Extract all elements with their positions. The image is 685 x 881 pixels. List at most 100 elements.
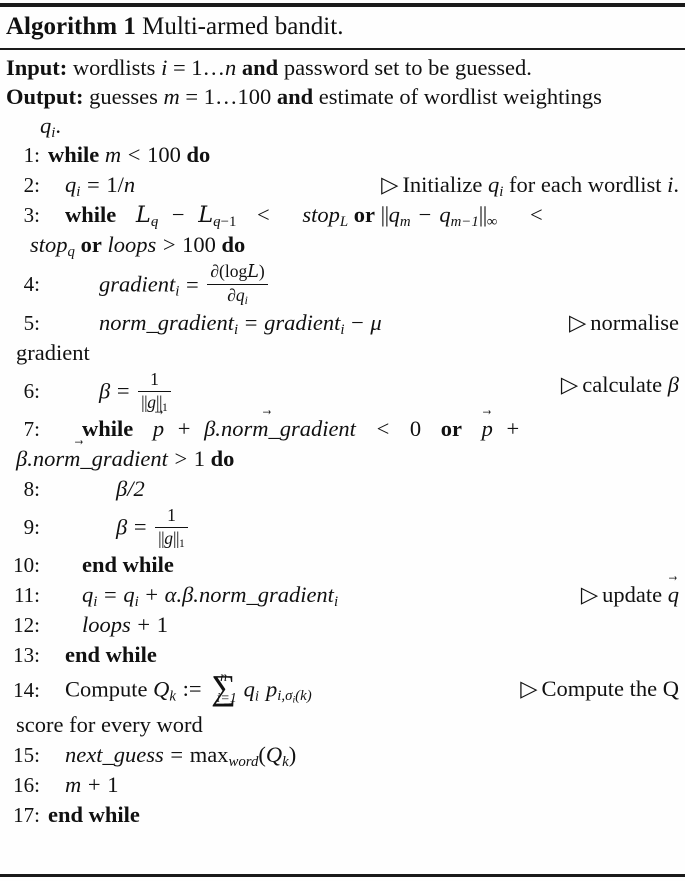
input-var-i: i	[161, 55, 168, 80]
beta-fraction: 1 ||g||1	[155, 505, 188, 549]
var-gradient-sub: i	[175, 284, 180, 301]
var-norm-gradient: norm_gradient	[198, 582, 334, 607]
algorithm-line: 6: ▷ calculate β β = 1 ||g||1	[6, 368, 679, 414]
line-number: 1:	[23, 143, 40, 167]
line-content: while p + β.norm_gradient < 0 or p +	[48, 414, 679, 444]
caption-label: Algorithm 1	[6, 13, 136, 40]
var-m: m	[65, 772, 82, 797]
var-Q: Q	[153, 675, 170, 701]
relation-2: >	[174, 446, 188, 471]
beta-over-two: β/2	[116, 476, 145, 501]
equals: =	[116, 378, 130, 404]
var-next-guess: next_guess	[65, 742, 164, 767]
line-number: 3:	[23, 203, 40, 227]
input-dots: …	[202, 55, 226, 80]
minus: −	[171, 202, 185, 227]
line-content: end while	[48, 802, 140, 827]
output-var-m: m	[163, 84, 180, 109]
output-text-b: estimate of wordlist weightings	[318, 84, 602, 109]
var-norm-gradient-sub: i	[333, 594, 339, 611]
equals: =	[133, 514, 147, 540]
keyword-while: while	[65, 202, 117, 227]
var-p-sub: i,σi(k)	[277, 687, 311, 706]
output-100: 100	[237, 84, 272, 109]
comment-triangle-icon: ▷	[580, 582, 599, 607]
line-3-continuation: stopq or loops > 100 do	[6, 230, 679, 260]
line-content: ▷ normalise norm_gradienti = gradienti − …	[48, 308, 679, 338]
algorithm-line: 17: end while	[6, 800, 679, 830]
one: 1	[107, 772, 119, 797]
max-sub: word	[228, 754, 259, 771]
comment-var-q: q	[488, 172, 500, 197]
one-over: 1/	[106, 172, 124, 197]
sum-lower-limit: i=1	[216, 690, 237, 706]
output-text: guesses	[89, 84, 158, 109]
input-and: and	[241, 55, 279, 80]
var-qm-sub: m	[399, 214, 411, 231]
minus: −	[351, 310, 364, 335]
plus: +	[177, 416, 191, 441]
line-comment: ▷ Initialize qi for each wordlist i.	[381, 170, 679, 200]
line-7-continuation: β.norm_gradient > 1 do	[6, 444, 679, 474]
algorithm-line: 14: ▷ Compute the Q Compute Qk := n ∑ i=1…	[6, 670, 679, 710]
var-qm: q	[388, 202, 400, 227]
bottom-rule	[0, 874, 685, 877]
var-mu: μ	[370, 310, 382, 335]
keyword-do: do	[221, 232, 246, 257]
algorithm-body: 1: while m < 100 do 2: ▷ Initialize qi fo…	[0, 140, 685, 830]
line-comment: ▷ update q	[581, 580, 679, 610]
plus: +	[145, 582, 159, 607]
beta-fraction: 1 ||g||1	[138, 369, 171, 413]
line-content: ▷update q qi = qi + α.β.norm_gradienti	[48, 580, 679, 610]
stop-l-sub: L	[339, 214, 349, 231]
comment-text: calculate	[582, 371, 663, 397]
line-content: while Lq − Lq−1 < stopL or ||qm − qm−1||∞ …	[65, 202, 543, 231]
algorithm-line: 4: gradienti = ∂(logL) ∂qi	[6, 260, 679, 308]
keyword-or-2: or	[80, 232, 102, 257]
output-continuation: qi.	[6, 111, 679, 141]
relation: <	[127, 142, 141, 167]
plus: +	[137, 612, 151, 637]
line-number: 11:	[13, 583, 40, 607]
relation-2: <	[529, 202, 543, 227]
var-q: q	[65, 172, 77, 197]
norm-infinity-sub: ∞	[486, 214, 498, 231]
algorithm-line: 15: next_guess = maxword(Qk)	[6, 740, 679, 770]
comment-period: .	[673, 172, 679, 197]
algorithm-line: 11: ▷update q qi = qi + α.β.norm_gradien…	[6, 580, 679, 610]
line-number: 15:	[13, 743, 40, 767]
var-q-2-sub: i	[134, 594, 139, 611]
line-number: 6:	[23, 379, 40, 403]
compute-word: Compute	[65, 675, 148, 701]
line-number: 16:	[13, 773, 40, 797]
fraction-denominator: ||g||1	[138, 390, 171, 413]
algorithm-line: 5: ▷ normalise norm_gradienti = gradienti…	[6, 308, 679, 338]
output-and: and	[276, 84, 314, 109]
vec-norm-gradient-2: norm_gradient	[33, 444, 168, 474]
comment-triangle-icon: ▷	[381, 172, 399, 197]
algorithm-line: 9: β = 1 ||g||1	[6, 504, 679, 550]
var-gradient: gradient	[264, 310, 341, 335]
var-p: p	[266, 675, 278, 701]
norm-open: ||	[380, 202, 390, 227]
line-content: end while	[82, 552, 174, 577]
p-sub-main: i,σ	[277, 687, 293, 704]
var-beta: β.	[204, 416, 221, 441]
algorithm-line: 10: end while	[6, 550, 679, 580]
input-label: Input:	[6, 55, 68, 80]
line-number: 8:	[23, 477, 40, 501]
plus-2: +	[506, 416, 520, 441]
var-beta: β	[99, 378, 111, 404]
line-content: β/2	[48, 474, 679, 504]
algorithm-line: 3: while Lq − Lq−1 < stopL or ||qm − qm−1|…	[6, 200, 679, 230]
algorithm-line: 12: loops + 1	[6, 610, 679, 640]
algorithm-line: 2: ▷ Initialize qi for each wordlist i. q…	[6, 170, 679, 200]
stop-q-sub: q	[67, 244, 75, 261]
line-number: 17:	[13, 803, 40, 827]
comment-text: update	[602, 582, 663, 607]
vec-norm-gradient: norm_gradient	[221, 414, 356, 444]
one: 1	[193, 446, 206, 471]
output-period: .	[55, 113, 61, 138]
comment-vec-q: q	[668, 580, 679, 610]
line-comment: ▷ Compute the Q	[520, 674, 679, 704]
